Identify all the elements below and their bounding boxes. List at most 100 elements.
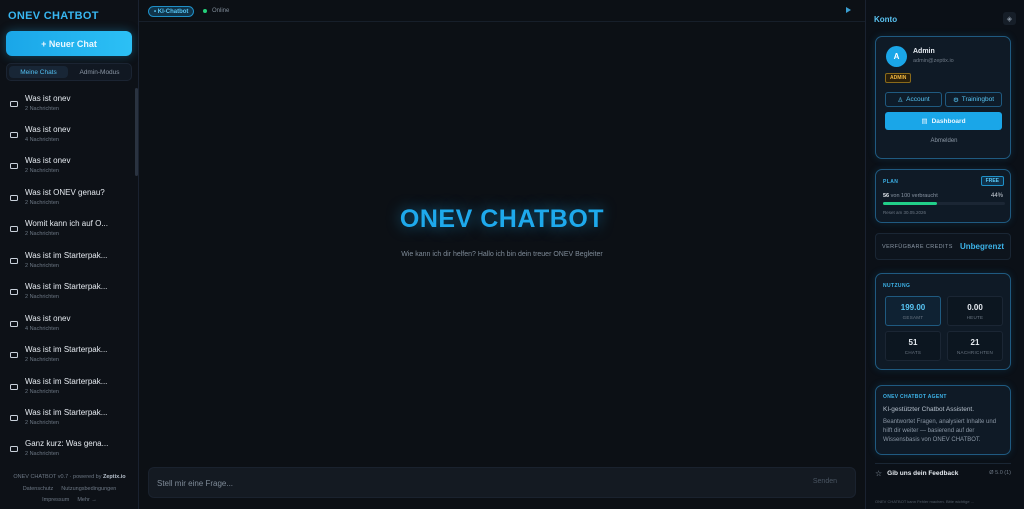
list-item[interactable]: Was ist im Starterpak... 2 Nachrichten — [10, 345, 130, 371]
hero-title: ONEV CHATBOT — [399, 205, 605, 233]
chat-message-count: 2 Nachrichten — [25, 451, 59, 457]
list-item[interactable]: Was ist im Starterpak... 2 Nachrichten — [10, 251, 130, 277]
user-name: Admin — [913, 48, 935, 55]
usage-label: NUTZUNG — [883, 283, 911, 289]
chat-bubble-icon — [10, 101, 18, 107]
chat-list: Was ist onev 2 Nachrichten Was ist onev … — [0, 90, 139, 458]
dashboard-button[interactable]: ▤ Dashboard — [885, 112, 1002, 130]
star-icon: ☆ — [875, 468, 883, 478]
chat-message-count: 4 Nachrichten — [25, 326, 59, 332]
plan-badge: FREE — [980, 176, 1004, 186]
list-item[interactable]: Was ist im Starterpak... 2 Nachrichten — [10, 282, 130, 308]
tab-my-chats[interactable]: Meine Chats — [9, 66, 68, 78]
new-chat-button[interactable]: + Neuer Chat — [6, 31, 132, 56]
chat-title: Was ist im Starterpak... — [25, 408, 108, 417]
logout-link[interactable]: Abmelden — [876, 138, 1012, 144]
plan-reset-date: Reset am 30.05.2026 — [883, 210, 927, 215]
agent-description: Beantwortet Fragen, analysiert Inhalte u… — [883, 419, 997, 443]
chat-title: Was ist im Starterpak... — [25, 282, 108, 291]
chat-title: Was ist im Starterpak... — [25, 345, 108, 354]
tab-admin-mode[interactable]: Admin-Modus — [70, 66, 129, 78]
terms-link[interactable]: Nutzungsbedingungen — [61, 486, 116, 492]
stat-chats: 51 CHATS — [885, 331, 941, 361]
sidebar: ONEV CHATBOT + Neuer Chat Meine Chats Ad… — [0, 0, 139, 509]
message-input[interactable] — [157, 476, 757, 491]
dashboard-icon: ▤ — [921, 118, 928, 125]
more-link[interactable]: Mehr → — [77, 497, 97, 503]
list-item[interactable]: Was ist ONEV genau? 2 Nachrichten — [10, 188, 130, 214]
agent-card: ONEV CHATBOT AGENT KI-gestützter Chatbot… — [875, 385, 1011, 455]
chat-main: • KI-Chatbot Online ONEV CHATBOT Wie kan… — [139, 0, 865, 509]
avatar: A — [886, 46, 907, 67]
stat-value: 199.00 — [900, 303, 926, 312]
brand-title: ONEV CHATBOT — [8, 10, 99, 22]
stat-today: 0.00 HEUTE — [947, 296, 1003, 326]
chat-message-count: 2 Nachrichten — [25, 200, 59, 206]
chat-bubble-icon — [10, 226, 18, 232]
plan-progress-fill — [883, 202, 937, 205]
sidebar-scrollbar[interactable] — [135, 88, 138, 176]
chat-title: Ganz kurz: Was gena... — [25, 439, 109, 448]
list-item[interactable]: Ganz kurz: Was gena... 2 Nachrichten — [10, 439, 130, 465]
chat-message-count: 4 Nachrichten — [25, 137, 59, 143]
privacy-link[interactable]: Datenschutz — [23, 486, 54, 492]
bot-icon: ⚙ — [952, 96, 959, 104]
list-item[interactable]: Was ist onev 4 Nachrichten — [10, 125, 130, 151]
chat-bubble-icon — [10, 258, 18, 264]
chat-message-count: 2 Nachrichten — [25, 294, 59, 300]
imprint-link[interactable]: Impressum — [42, 497, 69, 503]
chat-title: Was ist onev — [25, 94, 71, 103]
trainingbot-button[interactable]: ⚙ Trainingbot — [945, 92, 1002, 107]
account-button[interactable]: ♙ Account — [885, 92, 942, 107]
plan-label: PLAN — [883, 179, 899, 185]
user-icon: ♙ — [897, 96, 904, 104]
account-panel: Konto ◈ A Admin admin@zeptix.io ADMIN ♙ … — [865, 0, 1024, 509]
feedback-label: Gib uns dein Feedback — [887, 469, 959, 477]
send-button[interactable]: Senden — [813, 478, 837, 485]
chat-bubble-icon — [10, 289, 18, 295]
credits-box: VERFÜGBARE CREDITS Unbegrenzt — [875, 233, 1011, 260]
list-item[interactable]: Was ist onev 2 Nachrichten — [10, 156, 130, 182]
feedback-row[interactable]: ☆ Gib uns dein Feedback Ø 5.0 (1) — [875, 463, 1011, 482]
profile-card: A Admin admin@zeptix.io ADMIN ♙ Account … — [875, 36, 1011, 159]
plan-used-rest: von 100 verbraucht — [890, 193, 938, 199]
list-item[interactable]: Was ist im Starterpak... 2 Nachrichten — [10, 408, 130, 434]
chat-message-count: 2 Nachrichten — [25, 106, 59, 112]
chat-title: Was ist im Starterpak... — [25, 377, 108, 386]
chat-bubble-icon — [10, 446, 18, 452]
stat-label: HEUTE — [966, 315, 984, 320]
chat-bubble-icon — [10, 163, 18, 169]
chat-bubble-icon — [10, 352, 18, 358]
role-badge: ADMIN — [885, 73, 912, 83]
powered-by-link[interactable]: Zeptix.io — [103, 474, 126, 480]
chat-title: Was ist onev — [25, 314, 71, 323]
stat-label: NACHRICHTEN — [956, 350, 994, 355]
stat-value: 51 — [908, 338, 918, 347]
dashboard-button-label: Dashboard — [931, 117, 966, 125]
list-item[interactable]: Was ist onev 4 Nachrichten — [10, 314, 130, 340]
panel-title: Konto — [874, 15, 898, 24]
chat-bubble-icon — [10, 132, 18, 138]
list-item[interactable]: Womit kann ich auf O... 2 Nachrichten — [10, 219, 130, 245]
plan-progress-bar — [883, 202, 1005, 205]
list-item[interactable]: Was ist im Starterpak... 2 Nachrichten — [10, 377, 130, 403]
panel-footer-note: ONEV CHATBOT kann Fehler machen. Bitte w… — [875, 499, 974, 504]
chat-message-count: 2 Nachrichten — [25, 168, 59, 174]
list-item[interactable]: Was ist onev 2 Nachrichten — [10, 94, 130, 120]
chat-title: Was ist im Starterpak... — [25, 251, 108, 260]
stat-value: 21 — [970, 338, 980, 347]
account-button-label: Account — [906, 96, 930, 103]
credits-value: Unbegrenzt — [960, 242, 1004, 251]
chat-title: Was ist ONEV genau? — [25, 188, 105, 197]
stat-label: CHATS — [904, 350, 922, 355]
chat-message-count: 2 Nachrichten — [25, 389, 59, 395]
stat-label: GESAMT — [902, 315, 924, 320]
plan-usage-text: 56 von 100 verbraucht — [883, 193, 938, 199]
stat-messages: 21 NACHRICHTEN — [947, 331, 1003, 361]
toggle-panel-icon[interactable] — [846, 7, 851, 13]
chat-message-count: 2 Nachrichten — [25, 420, 59, 426]
stat-value: 0.00 — [967, 303, 983, 312]
close-panel-icon[interactable]: ◈ — [1003, 12, 1016, 25]
chat-message-count: 2 Nachrichten — [25, 357, 59, 363]
usage-card: NUTZUNG 199.00 GESAMT 0.00 HEUTE 51 CHAT… — [875, 273, 1011, 370]
